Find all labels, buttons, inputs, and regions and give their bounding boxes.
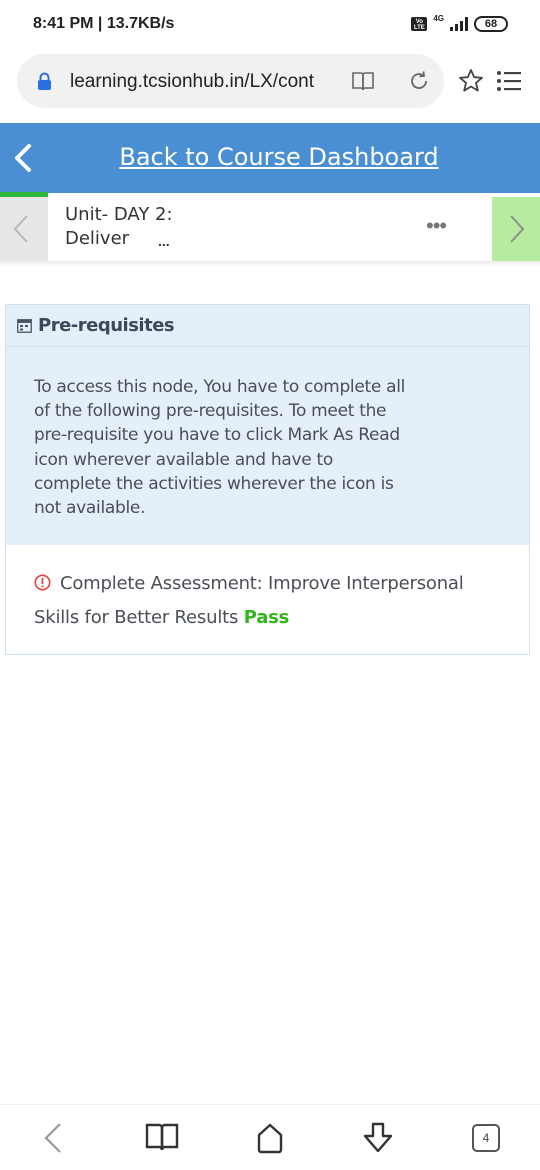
prerequisites-title: Pre-requisites — [38, 315, 175, 336]
course-header: Back to Course Dashboard — [0, 123, 540, 193]
prerequisites-header: Pre-requisites — [6, 305, 529, 347]
status-indicators: Vo LTE 4G 68 — [411, 13, 508, 32]
alert-icon — [34, 574, 51, 591]
tabs-button[interactable]: 4 — [472, 1124, 500, 1152]
url-text[interactable]: learning.tcsionhub.in/LX/cont — [70, 71, 325, 93]
next-unit-button[interactable] — [492, 197, 540, 261]
battery-icon: 68 — [474, 16, 508, 32]
nav-divider — [0, 261, 540, 267]
reload-icon[interactable] — [407, 69, 431, 93]
back-icon[interactable] — [42, 1121, 64, 1155]
lock-icon — [38, 72, 51, 90]
prerequisites-panel: Pre-requisites To access this node, You … — [5, 304, 530, 655]
browser-bottom-nav: 4 — [0, 1104, 540, 1170]
bookmarks-icon[interactable] — [145, 1121, 179, 1153]
signal-icon — [450, 17, 468, 31]
prerequisites-description-box: To access this node, You have to complet… — [6, 347, 529, 545]
prev-unit-button[interactable] — [0, 197, 48, 261]
home-icon[interactable] — [253, 1121, 287, 1155]
unit-title-ellipsis[interactable]: ... — [158, 233, 170, 249]
chevron-right-icon — [510, 215, 525, 243]
browser-toolbar: learning.tcsionhub.in/LX/cont — [0, 52, 540, 110]
prerequisites-description: To access this node, You have to complet… — [34, 377, 406, 519]
volte-icon: Vo LTE — [411, 17, 428, 31]
menu-icon[interactable] — [496, 70, 522, 92]
network-type-label: 4G — [433, 13, 444, 23]
address-bar[interactable]: learning.tcsionhub.in/LX/cont — [17, 54, 444, 108]
back-to-dashboard-link[interactable]: Back to Course Dashboard — [0, 143, 540, 171]
book-icon[interactable] — [351, 70, 375, 92]
prerequisite-item[interactable]: Complete Assessment: Improve Interperson… — [34, 567, 504, 635]
status-time-speed: 8:41 PM | 13.7KB/s — [33, 15, 175, 32]
unit-navigation: Unit- DAY 2: Deliver ... ••• — [0, 197, 540, 261]
star-icon[interactable] — [458, 68, 484, 94]
download-icon[interactable] — [361, 1121, 395, 1155]
calendar-icon — [17, 319, 32, 333]
more-options-icon[interactable]: ••• — [426, 215, 447, 237]
status-bar: 8:41 PM | 13.7KB/s Vo LTE 4G 68 — [0, 0, 540, 48]
status-badge: Pass — [243, 607, 290, 628]
chevron-left-icon — [13, 215, 28, 243]
